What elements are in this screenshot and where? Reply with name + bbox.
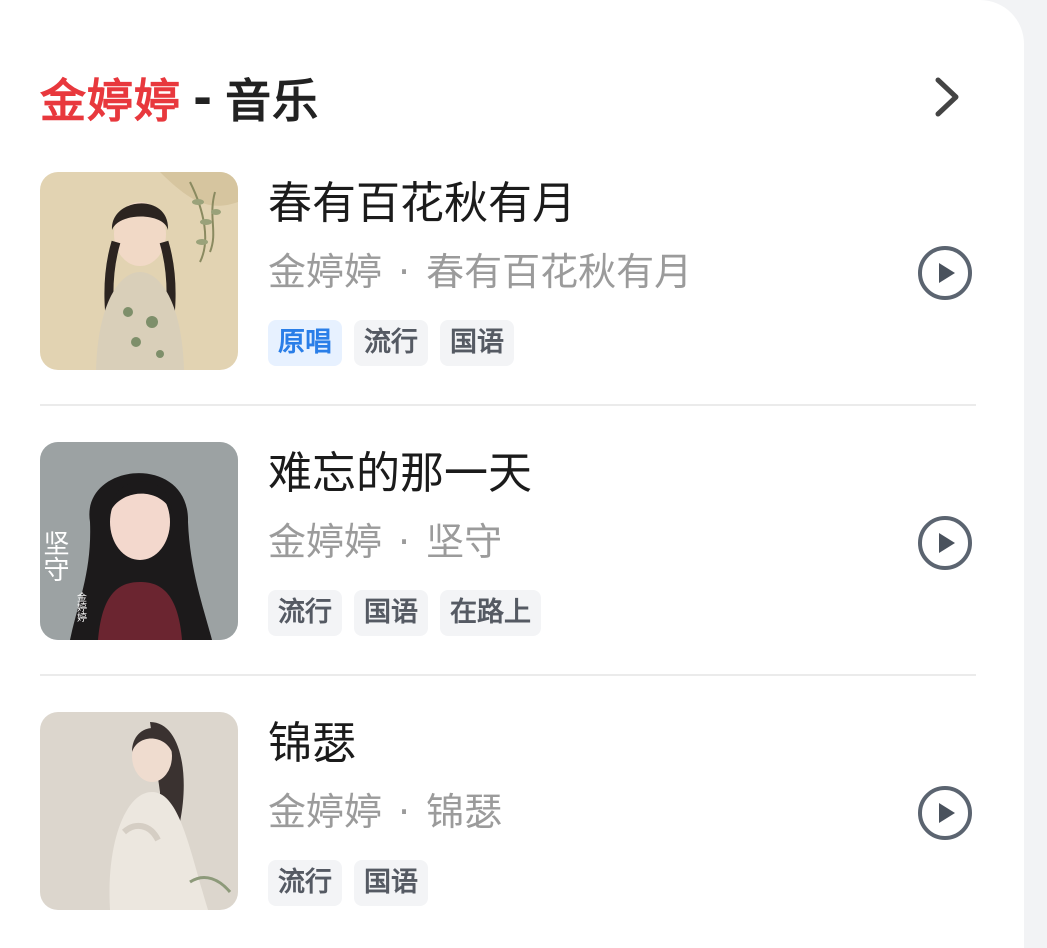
song-artist: 金婷婷 <box>268 250 383 294</box>
song-album: 春有百花秋有月 <box>426 250 693 294</box>
music-card: 金婷婷 - 音乐 春有百花秋有月 金婷婷 · 春有百花秋有月 原唱 流行 国语 … <box>0 0 1024 948</box>
song-album: 锦瑟 <box>426 790 503 834</box>
meta-separator: · <box>398 790 411 834</box>
tag-genre: 流行 <box>354 320 428 366</box>
divider <box>40 404 976 406</box>
tag-genre: 流行 <box>268 590 342 636</box>
song-row-1[interactable]: 春有百花秋有月 金婷婷 · 春有百花秋有月 原唱 流行 国语 <box>40 172 976 372</box>
song-tags: 流行 国语 <box>268 860 428 906</box>
song-tags: 原唱 流行 国语 <box>268 320 514 366</box>
song-artist: 金婷婷 <box>268 520 383 564</box>
cover-album-title: 坚守 <box>40 530 69 582</box>
song-title[interactable]: 锦瑟 <box>268 714 356 774</box>
meta-separator: · <box>398 520 411 564</box>
tag-language: 国语 <box>354 590 428 636</box>
header-separator: - <box>193 71 214 125</box>
tag-language: 国语 <box>440 320 514 366</box>
tag-original: 原唱 <box>268 320 342 366</box>
artist-name[interactable]: 金婷婷 <box>40 65 181 131</box>
song-tags: 流行 国语 在路上 <box>268 590 541 636</box>
song-title[interactable]: 难忘的那一天 <box>268 444 532 504</box>
song-row-3[interactable]: 锦瑟 金婷婷 · 锦瑟 流行 国语 <box>40 712 976 912</box>
divider <box>40 674 976 676</box>
cover-artist-signature: 金婷婷 <box>75 591 87 622</box>
tag-album: 在路上 <box>440 590 541 636</box>
song-meta: 金婷婷 · 锦瑟 <box>268 784 502 840</box>
song-album: 坚守 <box>426 520 503 564</box>
tag-language: 国语 <box>354 860 428 906</box>
album-cover-2[interactable]: 坚守 金婷婷 <box>40 442 238 640</box>
album-cover-3[interactable] <box>40 712 238 910</box>
album-cover-1[interactable] <box>40 172 238 370</box>
play-circle-icon[interactable] <box>916 244 974 302</box>
song-meta: 金婷婷 · 春有百花秋有月 <box>268 244 692 300</box>
song-row-2[interactable]: 坚守 金婷婷 难忘的那一天 金婷婷 · 坚守 流行 国语 在路上 <box>40 442 976 642</box>
section-title: 音乐 <box>225 74 320 128</box>
music-section-header[interactable]: 金婷婷 - 音乐 <box>40 62 319 134</box>
song-meta: 金婷婷 · 坚守 <box>268 514 502 570</box>
play-circle-icon[interactable] <box>916 784 974 842</box>
play-circle-icon[interactable] <box>916 514 974 572</box>
tag-genre: 流行 <box>268 860 342 906</box>
chevron-right-icon[interactable] <box>926 72 970 122</box>
meta-separator: · <box>398 250 411 294</box>
song-artist: 金婷婷 <box>268 790 383 834</box>
song-title[interactable]: 春有百花秋有月 <box>268 174 576 234</box>
